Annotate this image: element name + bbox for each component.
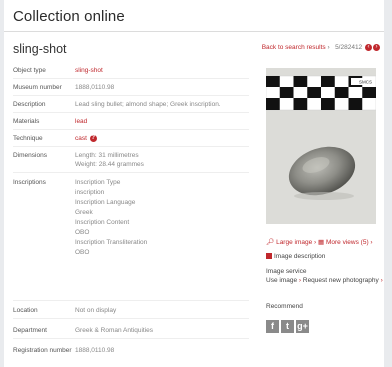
image-description-row: Image description	[266, 253, 384, 260]
page: Collection online sling-shot Back to sea…	[4, 0, 384, 367]
divider	[13, 172, 249, 173]
divider	[13, 338, 249, 339]
recommend-title: Recommend	[266, 303, 303, 310]
twitter-icon[interactable]: t	[281, 320, 294, 333]
inscription-line: Inscription Content	[75, 219, 130, 226]
grid-icon[interactable]: ▦	[318, 239, 324, 246]
label-object-type: Object type	[13, 67, 46, 74]
value-materials[interactable]: lead	[75, 117, 245, 126]
social-links: f t g+	[266, 316, 311, 334]
divider	[13, 300, 249, 301]
info-icon[interactable]: ?	[89, 134, 97, 142]
use-image-link[interactable]: Use image	[266, 277, 297, 284]
value-registration-number: 1888,0110.98	[75, 347, 115, 354]
divider	[13, 129, 249, 130]
value-museum-number: 1888,0110.98	[75, 84, 115, 91]
zoom-icon[interactable]: 🔎︎	[266, 239, 274, 246]
request-photography-link[interactable]: Request new photography	[303, 277, 379, 284]
value-technique[interactable]: cast	[75, 135, 87, 142]
label-registration-number: Registration number	[13, 347, 72, 354]
dimension-weight: Weight: 28.44 grammes	[75, 161, 144, 168]
value-dimensions: Length: 31 millimetres Weight: 28.44 gra…	[75, 151, 245, 169]
result-position: 5/282412	[335, 44, 363, 52]
object-image[interactable]: SMCS	[266, 68, 376, 224]
label-technique: Technique	[13, 135, 43, 142]
inscription-line: Inscription Language	[75, 199, 136, 206]
object-photo: SMCS	[266, 68, 376, 224]
image-description-link[interactable]: Image description	[274, 253, 325, 260]
image-service-title: Image service	[266, 268, 307, 275]
value-location: Not on display	[75, 307, 117, 314]
value-object-type[interactable]: sling-shot	[75, 66, 245, 75]
scale-label: SMCS	[359, 80, 372, 85]
label-department: Department	[13, 327, 47, 334]
dimension-length: Length: 31 millimetres	[75, 152, 139, 159]
divider	[13, 146, 249, 147]
inscription-line: OBO	[75, 229, 90, 236]
header-divider	[4, 31, 384, 32]
separator: ›	[327, 44, 334, 52]
separator: ›	[370, 239, 373, 246]
page-title: Collection online	[13, 8, 125, 25]
divider	[13, 95, 249, 96]
label-inscriptions: Inscriptions	[13, 179, 46, 186]
chevron-left-icon[interactable]: ‹	[365, 44, 372, 51]
inscription-line: Greek	[75, 209, 93, 216]
label-location: Location	[13, 307, 38, 314]
divider	[13, 78, 249, 79]
value-inscriptions: Inscription Type inscription Inscription…	[75, 178, 245, 258]
label-description: Description	[13, 101, 46, 108]
large-image-link[interactable]: Large image	[276, 239, 312, 246]
chevron-right-icon[interactable]: ›	[373, 44, 380, 51]
facebook-icon[interactable]: f	[266, 320, 279, 333]
back-to-results-link[interactable]: Back to search results	[262, 44, 326, 51]
separator: ›	[380, 277, 383, 284]
divider	[13, 318, 249, 319]
image-links: 🔎︎ Large image › ▦ More views (5) ›	[266, 238, 384, 246]
label-materials: Materials	[13, 118, 40, 125]
object-title: sling-shot	[13, 42, 67, 56]
value-technique-wrapper: cast ?	[75, 134, 245, 143]
separator: ›	[298, 277, 302, 284]
inscription-line: inscription	[75, 189, 105, 196]
result-navigation: Back to search results › 5/282412 ‹ ›	[262, 44, 380, 51]
image-service-links: Use image › Request new photography ›	[266, 277, 384, 284]
more-views-link[interactable]: More views (5)	[326, 239, 369, 246]
inscription-line: Inscription Type	[75, 179, 121, 186]
label-dimensions: Dimensions	[13, 152, 47, 159]
googleplus-icon[interactable]: g+	[296, 320, 309, 333]
plus-icon[interactable]	[266, 253, 272, 260]
divider	[13, 112, 249, 113]
value-description: Lead sling bullet; almond shape; Greek i…	[75, 101, 221, 108]
value-department: Greek & Roman Antiquities	[75, 327, 154, 334]
label-museum-number: Museum number	[13, 84, 62, 91]
inscription-line: Inscription Transliteration	[75, 239, 148, 246]
inscription-line: OBO	[75, 249, 90, 256]
